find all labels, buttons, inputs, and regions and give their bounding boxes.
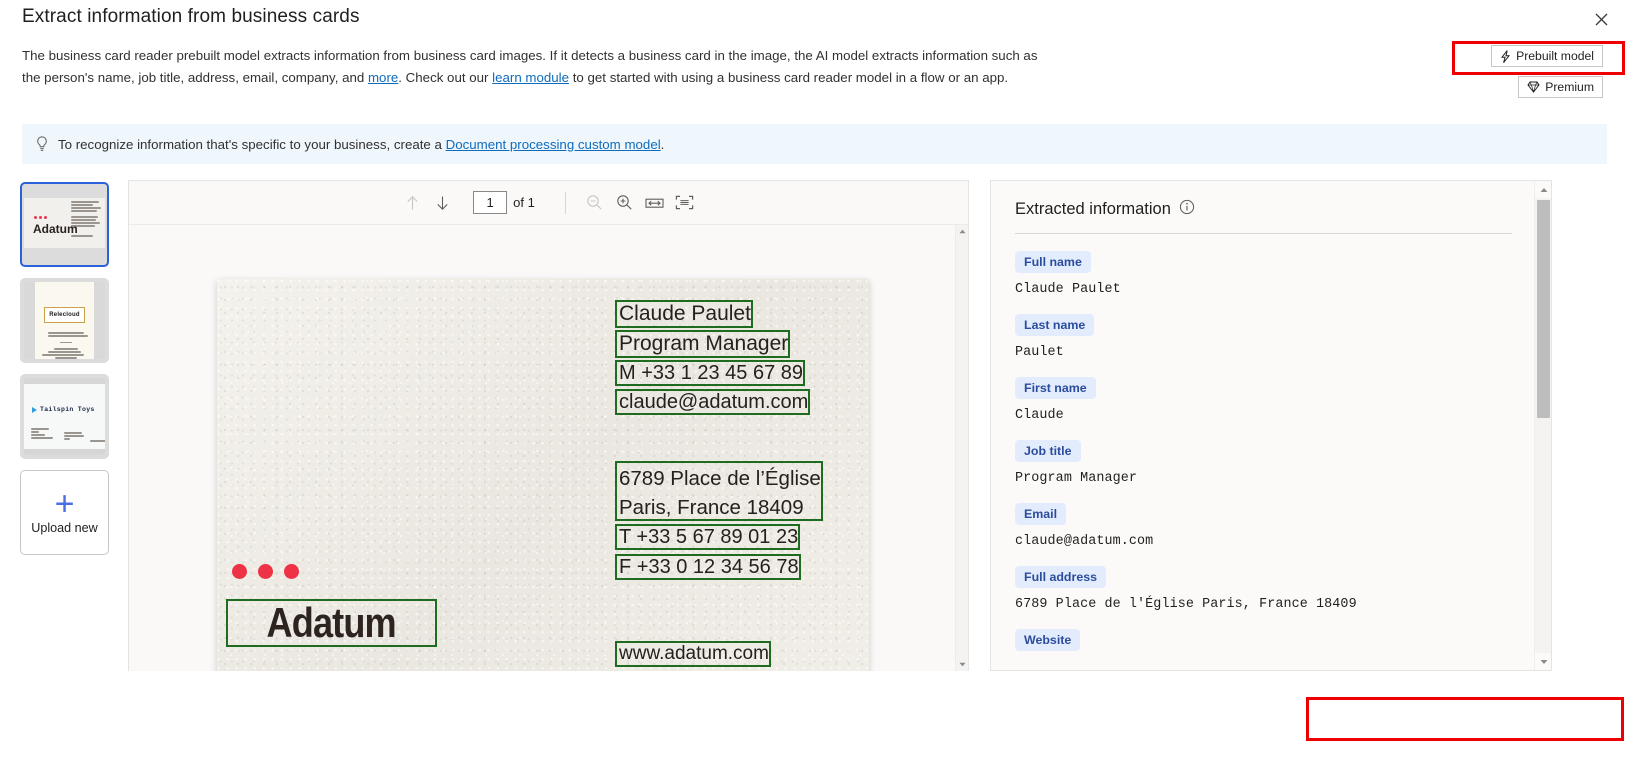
field-value: Claude Paulet (1015, 282, 1121, 297)
field-label: Email (1015, 503, 1067, 525)
ocr-box-website: www.adatum.com (615, 641, 771, 667)
field-value: Program Manager (1015, 471, 1138, 486)
premium-badge-label: Premium (1545, 80, 1594, 94)
field-label: Website (1015, 629, 1081, 651)
field-value: 6789 Place de l'Église Paris, France 184… (1015, 597, 1357, 612)
thumbnail-rail: Adatum Relecloud Tailspin Toys + Upload … (20, 182, 110, 555)
premium-badge: Premium (1518, 76, 1603, 98)
business-card-model-dialog: Extract information from business cards … (0, 0, 1629, 776)
ocr-text-name: Claude Paulet (619, 302, 751, 325)
field-full-address: Full address 6789 Place de l'Église Pari… (1015, 566, 1512, 612)
dialog-footer: View documentation Use in a flow Use in … (0, 692, 1629, 776)
ocr-box-mobile: M +33 1 23 45 67 89 (615, 360, 806, 386)
play-triangle-icon (32, 406, 37, 413)
panel-header: Extracted information (1015, 199, 1512, 220)
ocr-text-website: www.adatum.com (619, 643, 769, 664)
page-title: Extract information from business cards (22, 6, 360, 27)
thumbnail-adatum[interactable]: Adatum (20, 182, 109, 267)
lightbulb-icon (36, 135, 48, 153)
ocr-text-address-2: Paris, France 18409 (619, 496, 804, 519)
custom-model-link[interactable]: Document processing custom model (446, 137, 661, 152)
learn-module-link[interactable]: learn module (492, 70, 569, 85)
page-total-label: of 1 (513, 195, 535, 210)
ocr-box-company: Adatum (226, 599, 437, 647)
thumbnail-adatum-label: Adatum (33, 222, 78, 236)
page-number-input[interactable] (473, 191, 508, 214)
fit-page-icon[interactable] (670, 188, 700, 218)
field-email: Email claude@adatum.com (1015, 503, 1512, 549)
field-label: First name (1015, 377, 1096, 399)
field-value: claude@adatum.com (1015, 534, 1154, 549)
more-link[interactable]: more (368, 70, 398, 85)
field-website: Website (1015, 629, 1512, 651)
scroll-down-icon[interactable] (956, 658, 968, 671)
ocr-text-fax: F +33 0 12 34 56 78 (619, 555, 799, 578)
close-icon[interactable] (1587, 6, 1615, 32)
info-circle-icon[interactable] (1179, 199, 1195, 220)
intro-text-3: to get started with using a business car… (569, 70, 1009, 85)
fit-width-icon[interactable] (640, 188, 670, 218)
intro-paragraph: The business card reader prebuilt model … (22, 45, 1057, 89)
banner-text: To recognize information that's specific… (58, 137, 664, 152)
panel-divider (1015, 233, 1512, 234)
toolbar-divider (564, 191, 566, 214)
ocr-box-title: Program Manager (615, 330, 791, 358)
field-label: Full name (1015, 251, 1091, 273)
field-job-title: Job title Program Manager (1015, 440, 1512, 486)
extracted-fields-list: Extracted information Full name Claude P… (991, 181, 1534, 670)
zoom-out-icon[interactable] (580, 188, 610, 218)
panel-scroll-up-icon[interactable] (1535, 181, 1551, 198)
zoom-in-icon[interactable] (610, 188, 640, 218)
panel-scroll-down-icon[interactable] (1535, 653, 1551, 670)
thumbnail-relecloud-label: Relecloud (44, 307, 85, 323)
field-value: Paulet (1015, 345, 1064, 360)
ocr-text-mobile: M +33 1 23 45 67 89 (619, 361, 804, 384)
ocr-text-email: claude@adatum.com (619, 390, 809, 413)
ocr-box-fax: F +33 0 12 34 56 78 (615, 554, 801, 580)
next-page-button[interactable] (427, 188, 457, 218)
field-label: Last name (1015, 314, 1095, 336)
prebuilt-model-badge-label: Prebuilt model (1516, 49, 1594, 63)
field-full-name: Full name Claude Paulet (1015, 251, 1512, 297)
banner-text-before: To recognize information that's specific… (58, 136, 446, 152)
ocr-text-tel: T +33 5 67 89 01 23 (619, 525, 799, 548)
extracted-information-panel: Extracted information Full name Claude P… (990, 180, 1552, 671)
previous-page-button[interactable] (397, 188, 427, 218)
custom-model-banner: To recognize information that's specific… (22, 124, 1607, 164)
panel-scrollbar[interactable] (1534, 181, 1551, 670)
lightning-bolt-icon (1500, 49, 1511, 63)
ocr-box-email: claude@adatum.com (615, 389, 811, 415)
thumbnail-tailspin[interactable]: Tailspin Toys (20, 374, 109, 459)
field-first-name: First name Claude (1015, 377, 1512, 423)
business-card-image[interactable]: Claude Paulet Program Manager M +33 1 23… (217, 279, 869, 671)
upload-new-button[interactable]: + Upload new (20, 470, 109, 555)
ocr-box-tel: T +33 5 67 89 01 23 (615, 524, 801, 550)
field-label: Job title (1015, 440, 1081, 462)
panel-scroll-thumb[interactable] (1537, 200, 1550, 418)
ocr-box-name: Claude Paulet (615, 300, 753, 328)
brand-dots-decoration (232, 564, 299, 579)
panel-title: Extracted information (1015, 200, 1171, 218)
image-viewer: of 1 Claude Paulet (128, 180, 969, 671)
scroll-up-icon[interactable] (956, 225, 968, 238)
thumbnail-relecloud[interactable]: Relecloud (20, 278, 109, 363)
banner-text-after: . (660, 136, 665, 152)
field-value: Claude (1015, 408, 1064, 423)
viewer-scrollbar[interactable] (955, 225, 968, 671)
viewer-canvas: Claude Paulet Program Manager M +33 1 23… (129, 225, 968, 671)
plus-icon: + (54, 484, 75, 523)
ocr-text-company: Adatum (266, 599, 397, 646)
thumbnail-tailspin-label: Tailspin Toys (40, 406, 95, 413)
upload-new-label: Upload new (31, 520, 98, 535)
intro-text-2: . Check out our (398, 70, 493, 85)
ocr-box-address: 6789 Place de l’Église Paris, France 184… (615, 461, 823, 521)
field-label: Full address (1015, 566, 1106, 588)
viewer-toolbar: of 1 (129, 181, 968, 225)
field-last-name: Last name Paulet (1015, 314, 1512, 360)
diamond-icon (1527, 81, 1540, 93)
ocr-text-address-1: 6789 Place de l’Église (619, 467, 821, 490)
ocr-text-title: Program Manager (619, 332, 789, 355)
prebuilt-model-badge: Prebuilt model (1491, 45, 1603, 67)
